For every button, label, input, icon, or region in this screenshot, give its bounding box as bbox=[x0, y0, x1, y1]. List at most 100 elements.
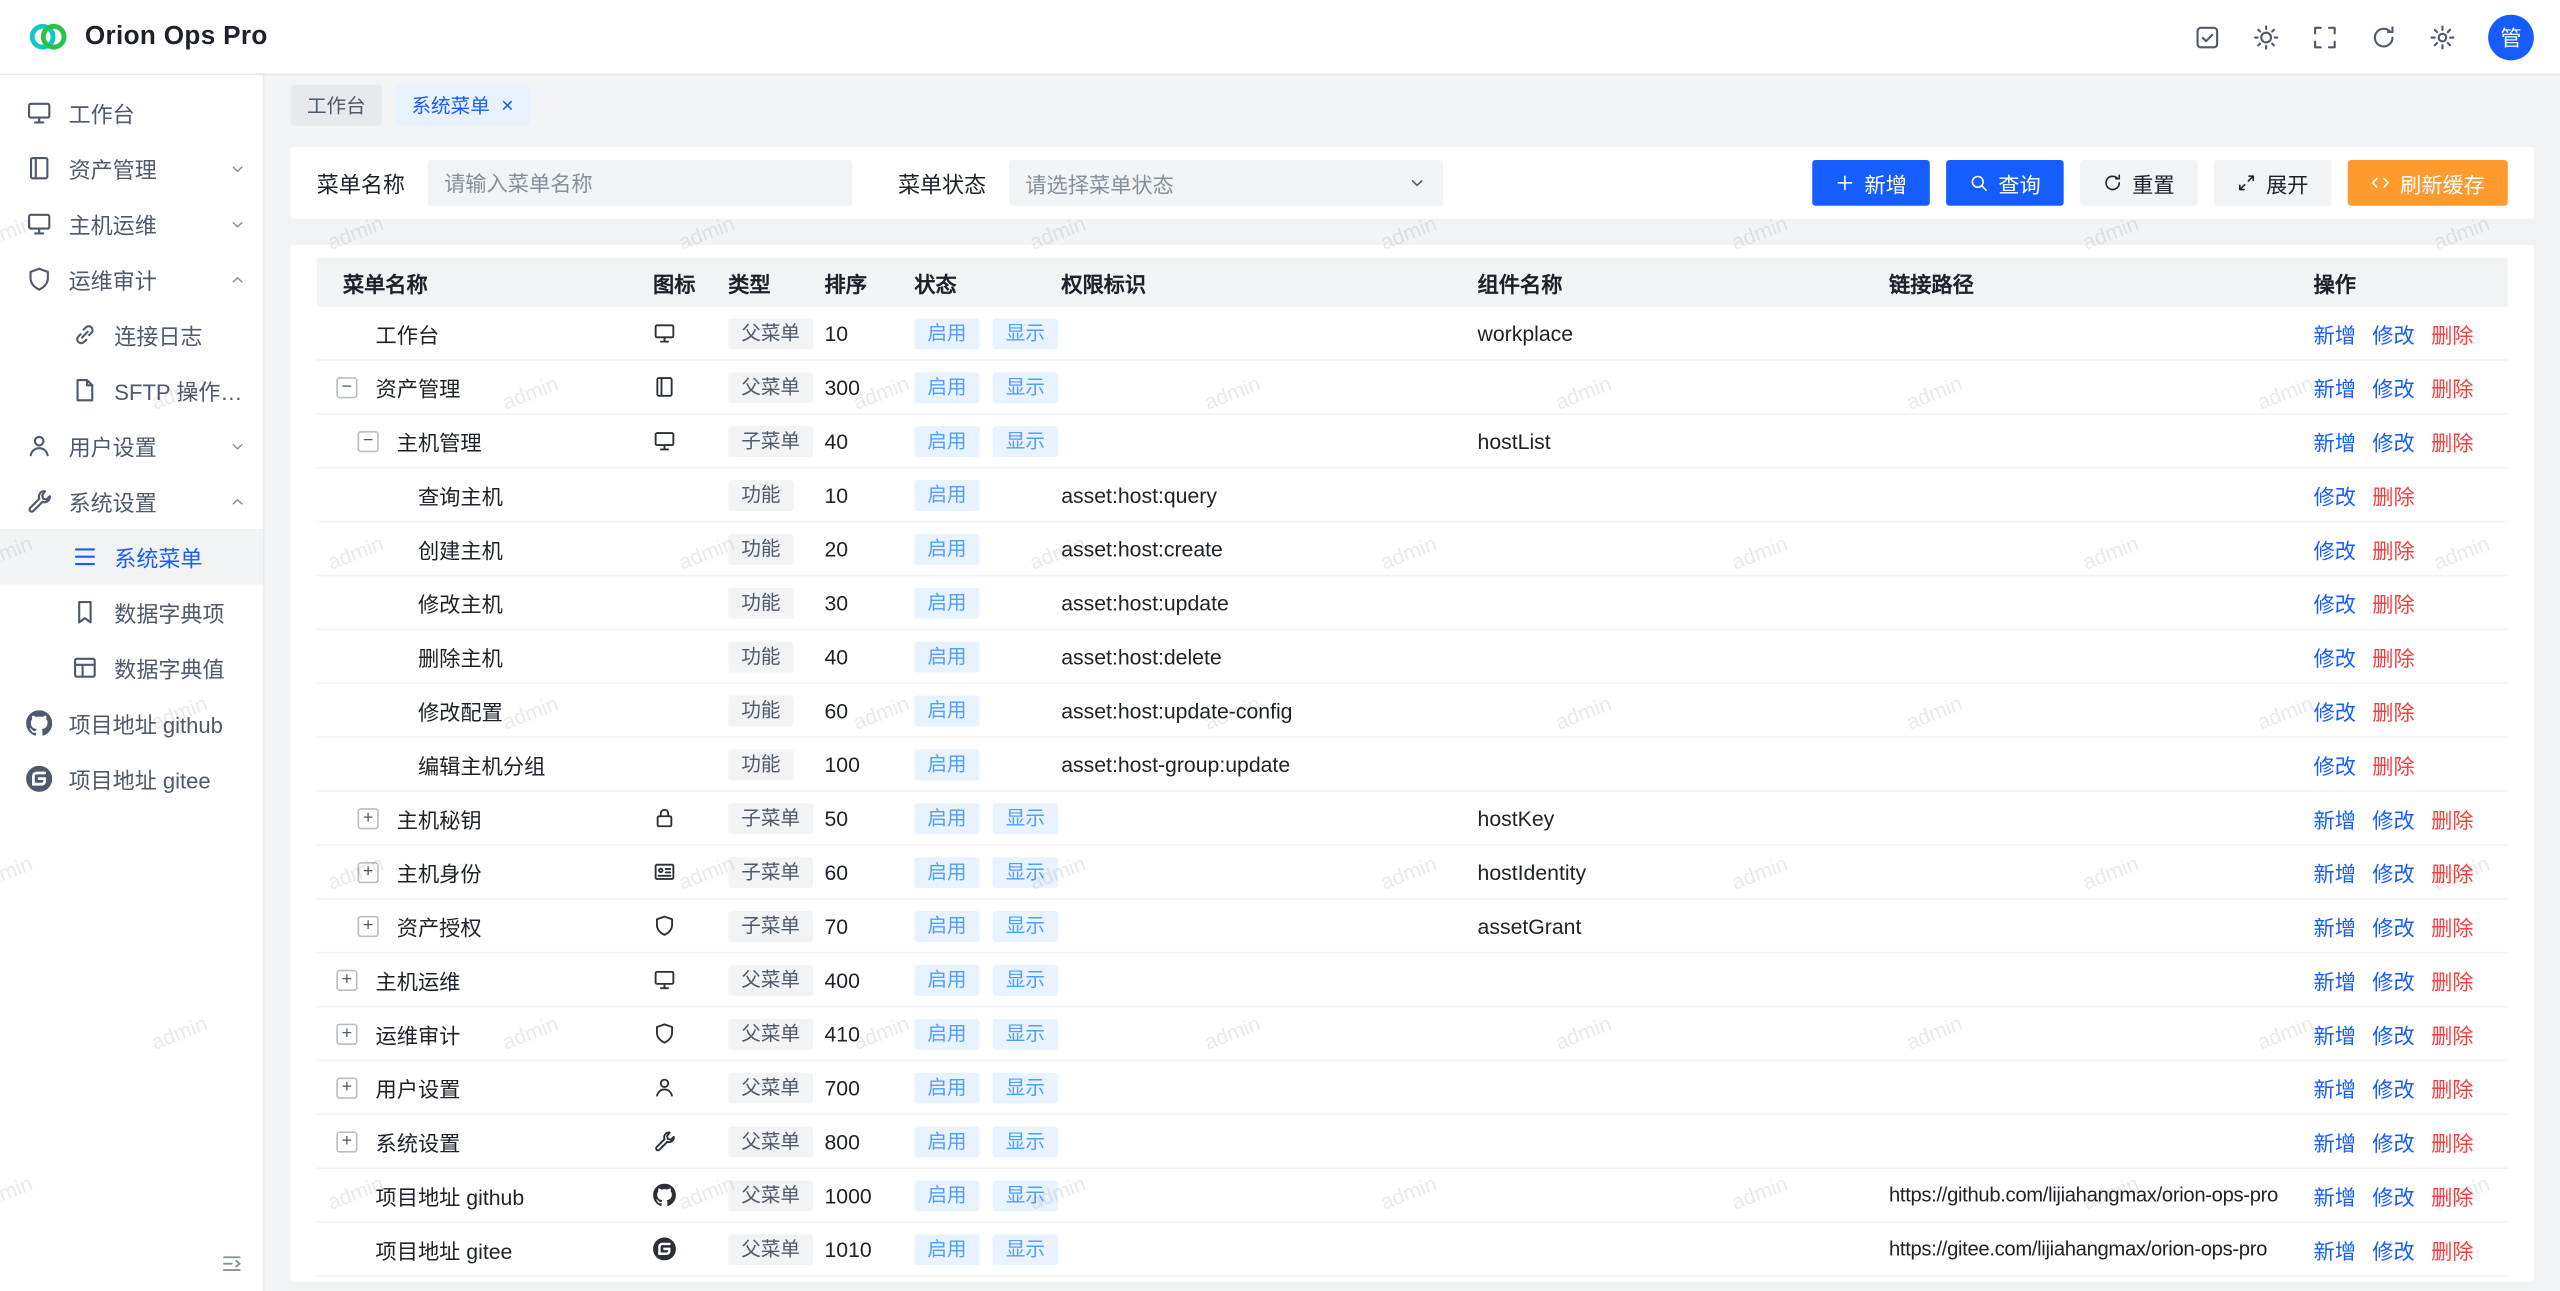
collapse-row-icon[interactable]: − bbox=[358, 430, 379, 451]
action-delete[interactable]: 删除 bbox=[2431, 969, 2473, 993]
action-delete[interactable]: 删除 bbox=[2431, 915, 2473, 939]
sidebar-item-asset-management[interactable]: 资产管理 bbox=[0, 140, 263, 196]
action-delete[interactable]: 删除 bbox=[2431, 1238, 2473, 1262]
action-delete[interactable]: 删除 bbox=[2372, 753, 2414, 777]
action-add[interactable]: 新增 bbox=[2313, 861, 2355, 885]
action-add[interactable]: 新增 bbox=[2313, 1131, 2355, 1155]
action-edit[interactable]: 修改 bbox=[2372, 1184, 2414, 1208]
gear-icon[interactable] bbox=[2416, 11, 2468, 63]
expand-row-icon[interactable]: + bbox=[336, 1077, 357, 1098]
sidebar-item-workbench[interactable]: 工作台 bbox=[0, 85, 263, 141]
sidebar-item-host-ops[interactable]: 主机运维 bbox=[0, 196, 263, 252]
action-edit[interactable]: 修改 bbox=[2313, 700, 2355, 724]
action-edit[interactable]: 修改 bbox=[2372, 322, 2414, 346]
fullscreen-icon[interactable] bbox=[2299, 11, 2351, 63]
action-delete[interactable]: 删除 bbox=[2431, 376, 2473, 400]
expand-row-icon[interactable]: + bbox=[336, 969, 357, 990]
close-icon[interactable]: × bbox=[501, 94, 513, 115]
sort-value: 1010 bbox=[824, 1237, 914, 1261]
action-delete[interactable]: 删除 bbox=[2431, 807, 2473, 831]
sun-icon[interactable] bbox=[2240, 11, 2292, 63]
action-edit[interactable]: 修改 bbox=[2313, 538, 2355, 562]
check-square-icon[interactable] bbox=[2181, 11, 2233, 63]
menu-status-select[interactable]: 请选择菜单状态 bbox=[1009, 160, 1443, 206]
action-delete[interactable]: 删除 bbox=[2372, 700, 2414, 724]
action-delete[interactable]: 删除 bbox=[2431, 322, 2473, 346]
collapse-row-icon[interactable]: − bbox=[336, 376, 357, 397]
type-cell: 功能 bbox=[728, 479, 824, 510]
action-edit[interactable]: 修改 bbox=[2372, 1238, 2414, 1262]
sidebar-item-dict-values[interactable]: 数据字典值 bbox=[0, 640, 263, 696]
action-add[interactable]: 新增 bbox=[2313, 1023, 2355, 1047]
expand-row-icon[interactable]: + bbox=[358, 861, 379, 882]
action-add[interactable]: 新增 bbox=[2313, 1077, 2355, 1101]
action-delete[interactable]: 删除 bbox=[2431, 1184, 2473, 1208]
action-edit[interactable]: 修改 bbox=[2313, 753, 2355, 777]
action-add[interactable]: 新增 bbox=[2313, 969, 2355, 993]
logo-wrap[interactable]: Orion Ops Pro bbox=[26, 15, 268, 59]
sort-value: 70 bbox=[824, 913, 914, 937]
action-add[interactable]: 新增 bbox=[2313, 322, 2355, 346]
action-edit[interactable]: 修改 bbox=[2372, 861, 2414, 885]
tab-label: 系统菜单 bbox=[411, 91, 489, 119]
tab-1[interactable]: 系统菜单 × bbox=[395, 84, 530, 125]
action-edit[interactable]: 修改 bbox=[2372, 969, 2414, 993]
action-add[interactable]: 新增 bbox=[2313, 376, 2355, 400]
menu-name-cell: 查询主机 bbox=[317, 479, 653, 510]
action-add[interactable]: 新增 bbox=[2313, 915, 2355, 939]
expand-row-icon[interactable]: + bbox=[358, 915, 379, 936]
action-delete[interactable]: 删除 bbox=[2431, 1023, 2473, 1047]
action-edit[interactable]: 修改 bbox=[2372, 807, 2414, 831]
action-edit[interactable]: 修改 bbox=[2313, 646, 2355, 670]
status-badge-visible: 显示 bbox=[993, 1233, 1058, 1264]
sidebar-item-system-settings[interactable]: 系统设置 bbox=[0, 473, 263, 529]
action-delete[interactable]: 删除 bbox=[2431, 1077, 2473, 1101]
action-add[interactable]: 新增 bbox=[2313, 1238, 2355, 1262]
action-edit[interactable]: 修改 bbox=[2313, 592, 2355, 616]
expand-button[interactable]: 展开 bbox=[2214, 160, 2332, 206]
tab-0[interactable]: 工作台 bbox=[291, 84, 382, 125]
menu-name-cell: 编辑主机分组 bbox=[317, 749, 653, 780]
expand-row-icon[interactable]: + bbox=[336, 1023, 357, 1044]
menu-name-input[interactable] bbox=[428, 160, 852, 206]
action-delete[interactable]: 删除 bbox=[2372, 538, 2414, 562]
expand-row-icon[interactable]: + bbox=[336, 1131, 357, 1152]
action-delete[interactable]: 删除 bbox=[2372, 646, 2414, 670]
avatar[interactable]: 管 bbox=[2488, 14, 2534, 60]
sidebar-menu: 工作台资产管理主机运维运维审计连接日志SFTP 操作日志用户设置系统设置系统菜单… bbox=[0, 85, 263, 807]
refresh-icon[interactable] bbox=[2358, 11, 2410, 63]
action-edit[interactable]: 修改 bbox=[2372, 1023, 2414, 1047]
sidebar-item-ops-audit[interactable]: 运维审计 bbox=[0, 251, 263, 307]
action-edit[interactable]: 修改 bbox=[2372, 430, 2414, 454]
status-badge-visible: 显示 bbox=[993, 964, 1058, 995]
action-add[interactable]: 新增 bbox=[2313, 430, 2355, 454]
action-delete[interactable]: 删除 bbox=[2372, 592, 2414, 616]
add-button[interactable]: 新增 bbox=[1812, 160, 1930, 206]
sidebar-item-dict-keys[interactable]: 数据字典项 bbox=[0, 584, 263, 640]
sidebar-item-user-settings[interactable]: 用户设置 bbox=[0, 418, 263, 474]
sidebar-item-gitee[interactable]: 项目地址 gitee bbox=[0, 751, 263, 807]
query-button[interactable]: 查询 bbox=[1946, 160, 2064, 206]
collapse-sidebar-icon[interactable] bbox=[220, 1252, 243, 1275]
action-delete[interactable]: 删除 bbox=[2431, 430, 2473, 454]
action-edit[interactable]: 修改 bbox=[2372, 1131, 2414, 1155]
row-idcard-icon bbox=[653, 860, 728, 883]
action-edit[interactable]: 修改 bbox=[2313, 484, 2355, 508]
action-edit[interactable]: 修改 bbox=[2372, 376, 2414, 400]
action-delete[interactable]: 删除 bbox=[2431, 861, 2473, 885]
reset-button[interactable]: 重置 bbox=[2080, 160, 2198, 206]
sidebar-item-system-menu[interactable]: 系统菜单 bbox=[0, 529, 263, 585]
expand-row-icon[interactable]: + bbox=[358, 807, 379, 828]
sidebar-item-connect-log[interactable]: 连接日志 bbox=[0, 307, 263, 363]
action-delete[interactable]: 删除 bbox=[2372, 484, 2414, 508]
sidebar-item-sftp-log[interactable]: SFTP 操作日志 bbox=[0, 362, 263, 418]
refresh-cache-button[interactable]: 刷新缓存 bbox=[2348, 160, 2508, 206]
menu-name-cell: +主机运维 bbox=[317, 964, 653, 995]
action-edit[interactable]: 修改 bbox=[2372, 915, 2414, 939]
chevron-down-icon bbox=[229, 159, 247, 177]
action-delete[interactable]: 删除 bbox=[2431, 1131, 2473, 1155]
action-add[interactable]: 新增 bbox=[2313, 1184, 2355, 1208]
sidebar-item-github[interactable]: 项目地址 github bbox=[0, 696, 263, 752]
action-add[interactable]: 新增 bbox=[2313, 807, 2355, 831]
action-edit[interactable]: 修改 bbox=[2372, 1077, 2414, 1101]
